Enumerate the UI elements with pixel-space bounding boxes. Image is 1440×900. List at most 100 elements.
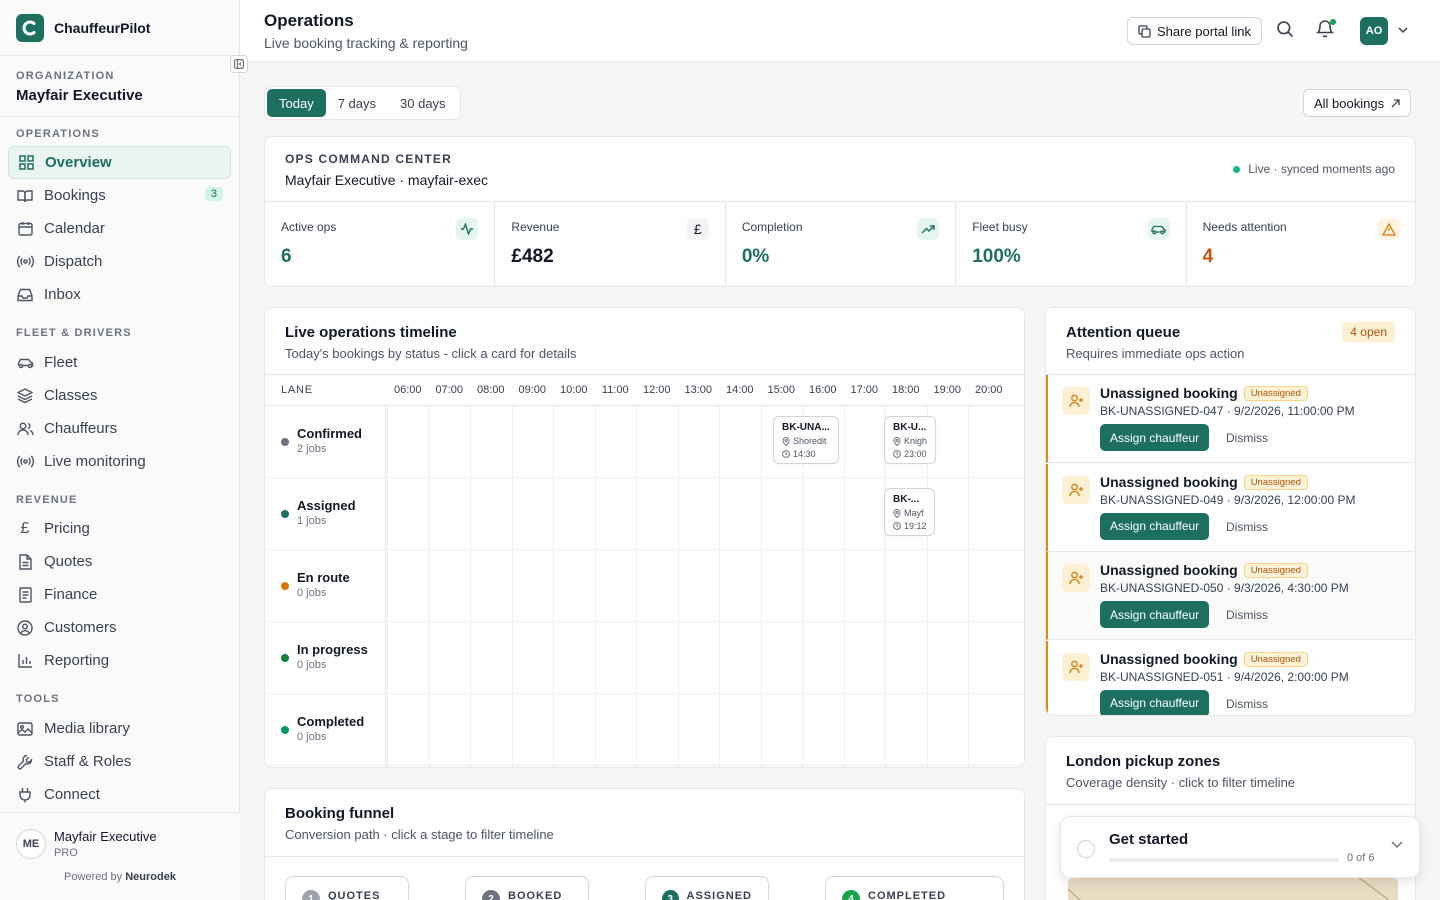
- sidebar-item-connect[interactable]: Connect: [8, 778, 231, 811]
- assign-chauffeur-button[interactable]: Assign chauffeur: [1100, 512, 1210, 540]
- sidebar-item-chauffeurs[interactable]: Chauffeurs: [8, 412, 231, 445]
- kpi-active-ops[interactable]: Active ops 6: [265, 202, 496, 286]
- timeline-gridline: [553, 406, 554, 767]
- attention-item-meta: BK-UNASSIGNED-051 · 9/4/2026, 2:00:00 PM: [1100, 669, 1349, 684]
- status-badge: Unassigned: [1243, 386, 1308, 401]
- kpi-value: 6: [281, 246, 292, 267]
- hour-label: 18:00: [891, 384, 920, 396]
- assign-chauffeur-button[interactable]: Assign chauffeur: [1100, 601, 1210, 628]
- chevron-down-icon[interactable]: [1391, 841, 1403, 849]
- tab-today[interactable]: Today: [267, 89, 326, 117]
- kpi-label: Fleet busy: [972, 220, 1028, 234]
- calendar-icon: [16, 220, 34, 238]
- grid-icon: [17, 154, 35, 172]
- funnel-stage[interactable]: 3 ASSIGNED: [645, 876, 769, 900]
- sidebar-item-overview[interactable]: Overview: [8, 146, 231, 179]
- zones-map[interactable]: [1068, 877, 1398, 900]
- kpi-revenue[interactable]: Revenue £482 £: [495, 202, 726, 286]
- car-icon: [1147, 218, 1170, 240]
- sidebar-item-finance[interactable]: Finance: [8, 578, 231, 611]
- dismiss-button[interactable]: Dismiss: [1226, 520, 1268, 534]
- hour-label: 07:00: [435, 384, 464, 396]
- user-plus-icon: [1062, 387, 1090, 415]
- sidebar-item-classes[interactable]: Classes: [8, 379, 231, 412]
- kpi-completion[interactable]: Completion 0%: [726, 202, 957, 286]
- sidebar-item-customers[interactable]: Customers: [8, 611, 231, 644]
- hour-label: 06:00: [393, 384, 422, 396]
- nav-section-fleet: FLEET & DRIVERS Fleet Classes Chauffeurs…: [0, 311, 239, 478]
- funnel-stage-label: QUOTES: [328, 890, 381, 900]
- powered-by-brand: Neurodek: [125, 871, 176, 883]
- radio-icon: [16, 253, 34, 271]
- lane-status-dot: [281, 726, 289, 734]
- account-switcher[interactable]: ME Mayfair Executive PRO: [0, 813, 240, 859]
- dismiss-button[interactable]: Dismiss: [1226, 608, 1268, 622]
- search-button[interactable]: [1276, 20, 1294, 38]
- lane-name: Confirmed: [297, 426, 362, 441]
- sidebar-item-quotes[interactable]: Quotes: [8, 545, 231, 578]
- attention-item[interactable]: Unassigned booking Unassigned BK-UNASSIGNE…: [1046, 463, 1414, 552]
- sidebar-item-reporting[interactable]: Reporting: [8, 644, 231, 677]
- job-location-text: Knigh: [904, 436, 928, 446]
- assign-chauffeur-button[interactable]: Assign chauffeur: [1100, 689, 1210, 715]
- sidebar-collapse-button[interactable]: [230, 55, 248, 73]
- job-card[interactable]: BK-... Mayf 19:12: [884, 488, 935, 536]
- kpi-needs-attention[interactable]: Needs attention 4: [1187, 202, 1415, 286]
- sidebar-item-fleet[interactable]: Fleet: [8, 346, 231, 379]
- get-started-title: Get started: [1109, 831, 1189, 848]
- sidebar-item-calendar[interactable]: Calendar: [8, 212, 231, 245]
- attention-item[interactable]: Unassigned booking Unassigned BK-UNASSIGNE…: [1046, 375, 1414, 463]
- user-avatar[interactable]: AO: [1360, 17, 1388, 45]
- all-bookings-button[interactable]: All bookings: [1303, 89, 1412, 117]
- sidebar-item-label: Reporting: [44, 652, 110, 669]
- dismiss-button[interactable]: Dismiss: [1226, 697, 1268, 711]
- funnel-stage-number: 1: [302, 890, 320, 900]
- funnel-stage[interactable]: 2 BOOKED: [465, 876, 589, 900]
- timeline-gridline: [968, 406, 969, 767]
- dismiss-button[interactable]: Dismiss: [1226, 431, 1268, 445]
- sidebar-item-label: Classes: [44, 387, 98, 404]
- wrench-icon: [16, 753, 34, 771]
- timeline-gridline: [760, 406, 762, 767]
- user-menu-chevron-icon[interactable]: [1398, 27, 1408, 34]
- attention-item[interactable]: Unassigned booking Unassigned BK-UNASSIGNE…: [1046, 552, 1414, 640]
- user-circle-icon: [16, 619, 34, 637]
- sidebar-item-live-monitoring[interactable]: Live monitoring: [8, 445, 231, 478]
- sidebar-item-media-library[interactable]: Media library: [8, 712, 231, 745]
- lane-status-dot: [281, 654, 289, 662]
- attention-item-title-text: Unassigned booking: [1100, 473, 1238, 490]
- sidebar-item-staff-roles[interactable]: Staff & Roles: [8, 745, 231, 778]
- job-time-text: 23:00: [904, 449, 927, 459]
- timeline-gridline: [470, 406, 471, 767]
- sidebar-item-label: Media library: [44, 720, 130, 737]
- share-portal-link-button[interactable]: Share portal link: [1127, 17, 1262, 45]
- sidebar-item-dispatch[interactable]: Dispatch: [8, 245, 231, 278]
- assign-chauffeur-button[interactable]: Assign chauffeur: [1100, 424, 1210, 451]
- job-card[interactable]: BK-UNA... Shoredit 14:30: [773, 416, 839, 464]
- organization-block[interactable]: ORGANIZATION Mayfair Executive: [0, 56, 239, 117]
- sidebar-item-label: Bookings: [44, 187, 106, 204]
- brand[interactable]: ChauffeurPilot: [0, 0, 239, 56]
- lane-status-dot: [281, 510, 289, 518]
- funnel-stage[interactable]: 1 QUOTES: [285, 876, 409, 900]
- radio-icon: [16, 453, 34, 471]
- tab-7-days[interactable]: 7 days: [326, 89, 388, 117]
- tab-30-days[interactable]: 30 days: [388, 89, 458, 117]
- job-time: 14:30: [782, 449, 830, 459]
- sidebar-item-inbox[interactable]: Inbox: [8, 278, 231, 311]
- notifications-button[interactable]: [1316, 19, 1336, 38]
- lane-column-divider: [385, 406, 386, 767]
- funnel-stage[interactable]: 4 COMPLETED: [825, 876, 1004, 900]
- sidebar-item-pricing[interactable]: £ Pricing: [8, 512, 231, 545]
- attention-item[interactable]: Unassigned booking Unassigned BK-UNASSIGNE…: [1046, 640, 1414, 715]
- map-pin-icon: [893, 436, 901, 446]
- hour-label: 17:00: [850, 384, 879, 396]
- get-started-panel[interactable]: Get started 0 of 6: [1060, 816, 1420, 878]
- kpi-fleet-busy[interactable]: Fleet busy 100%: [956, 202, 1187, 286]
- funnel-title: Booking funnel: [285, 805, 395, 822]
- sidebar-item-bookings[interactable]: Bookings 3: [8, 179, 231, 212]
- layers-icon: [16, 387, 34, 405]
- funnel-stage-label: ASSIGNED: [686, 890, 752, 900]
- funnel-stage-number: 3: [662, 890, 679, 900]
- job-card[interactable]: BK-U... Knigh 23:00: [884, 416, 936, 464]
